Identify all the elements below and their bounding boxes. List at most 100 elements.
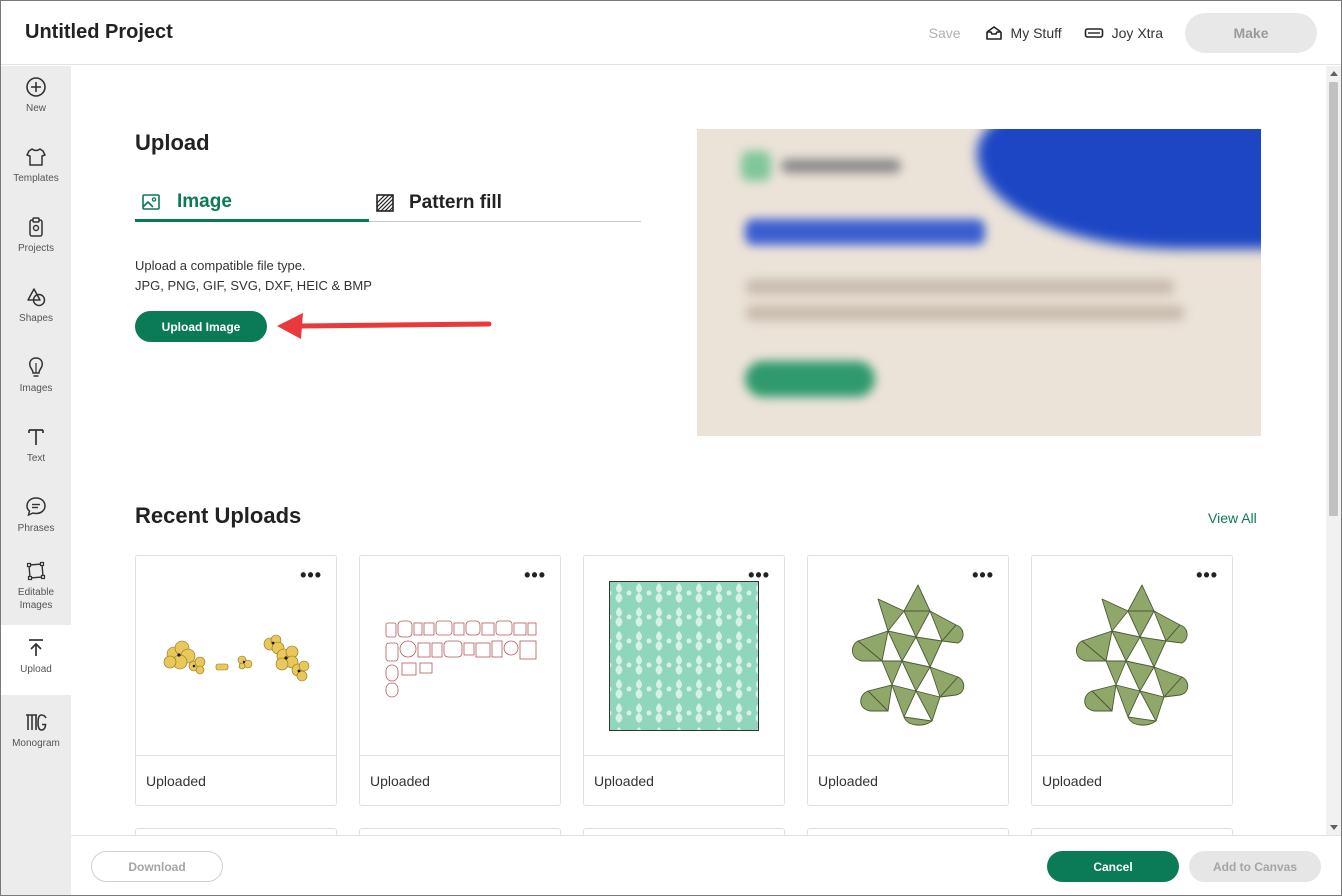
tab-image[interactable]: Image <box>135 184 369 222</box>
sidebar-item-label: Monogram <box>12 738 60 749</box>
green-polyhedron-thumbnail <box>1076 584 1189 725</box>
tab-pattern-label: Pattern fill <box>409 192 502 213</box>
shapes-icon <box>27 288 46 307</box>
add-to-canvas-button[interactable]: Add to Canvas <box>1189 851 1321 882</box>
sidebar-item-phrases[interactable]: Phrases <box>1 496 71 552</box>
upload-icon <box>29 639 43 656</box>
upload-card-partial[interactable] <box>359 828 561 835</box>
joy-xtra-label: Joy Xtra <box>1111 25 1163 41</box>
bottom-action-bar: Download Cancel Add to Canvas <box>71 835 1341 895</box>
upload-description-line1: Upload a compatible file type. <box>135 258 306 273</box>
scroll-down-arrow[interactable] <box>1330 825 1338 830</box>
upload-card-partial[interactable] <box>135 828 337 835</box>
top-header: Untitled Project Save My Stuff Joy Xtra … <box>1 1 1341 65</box>
inbox-icon <box>985 26 1002 40</box>
make-button[interactable]: Make <box>1185 13 1317 53</box>
recent-uploads-heading: Recent Uploads <box>135 503 302 528</box>
sidebar-item-new[interactable]: New <box>1 76 71 132</box>
card-label: Uploaded <box>370 773 430 789</box>
card-thumbnail[interactable] <box>360 556 560 756</box>
card-menu-button[interactable]: ••• <box>524 566 546 584</box>
upload-file-types: JPG, PNG, GIF, SVG, DXF, HEIC & BMP <box>135 278 372 293</box>
sidebar-item-label: Images <box>19 383 53 394</box>
promo-headline <box>745 219 985 245</box>
upload-tabs: Image Pattern fill <box>135 184 641 222</box>
sidebar-item-label: Phrases <box>17 523 55 534</box>
shirt-icon <box>26 148 46 166</box>
card-thumbnail[interactable] <box>808 556 1008 756</box>
card-menu-button[interactable]: ••• <box>1196 566 1218 584</box>
card-label: Uploaded <box>146 773 206 789</box>
card-label: Uploaded <box>1042 773 1102 789</box>
promo-blob <box>977 129 1261 249</box>
sidebar-item-label: Templates <box>13 173 59 184</box>
upload-card[interactable]: ••• Uploaded <box>583 555 785 806</box>
sidebar-item-images[interactable]: Images <box>1 356 71 412</box>
annotation-arrow <box>277 313 492 339</box>
sidebar-item-templates[interactable]: Templates <box>1 146 71 202</box>
cancel-button[interactable]: Cancel <box>1047 851 1179 882</box>
plus-circle-icon <box>26 77 46 97</box>
card-menu-button[interactable]: ••• <box>972 566 994 584</box>
upload-card-partial[interactable] <box>583 828 785 835</box>
upload-card[interactable]: ••• Uploaded <box>359 555 561 806</box>
projects-icon <box>29 217 43 237</box>
download-button[interactable]: Download <box>91 851 223 882</box>
card-menu-button[interactable]: ••• <box>748 566 770 584</box>
sidebar-item-label: New <box>25 103 46 114</box>
text-icon <box>28 429 44 445</box>
upload-panel: Upload Image Pattern fill Upload a compa… <box>71 66 1326 835</box>
yellow-flowers-thumbnail <box>163 634 310 681</box>
promo-cta <box>745 361 875 397</box>
sidebar-item-upload[interactable]: Upload <box>1 625 71 695</box>
left-sidebar: New Templates Projects Shapes Images Tex… <box>1 66 71 895</box>
red-outline-pieces-thumbnail <box>385 620 537 697</box>
green-polyhedron-thumbnail <box>852 584 965 725</box>
upload-description: Upload a compatible file type. JPG, PNG,… <box>135 256 372 296</box>
sidebar-item-projects[interactable]: Projects <box>1 216 71 272</box>
mint-pattern-thumbnail <box>609 580 759 731</box>
card-menu-button[interactable]: ••• <box>300 566 322 584</box>
sidebar-item-shapes[interactable]: Shapes <box>1 286 71 342</box>
sidebar-item-label: Text <box>26 453 46 464</box>
sidebar-item-label: Projects <box>17 243 55 254</box>
upload-image-button[interactable]: Upload Image <box>135 311 267 342</box>
machine-icon <box>1084 28 1103 38</box>
promo-logo-text <box>781 159 901 173</box>
sidebar-item-editable-images[interactable]: Editable Images <box>1 560 71 620</box>
card-thumbnail[interactable] <box>584 556 784 756</box>
promo-banner[interactable] <box>697 129 1261 436</box>
speech-bubble-icon <box>26 497 46 517</box>
tab-pattern-fill[interactable]: Pattern fill <box>375 184 502 222</box>
image-icon <box>142 193 160 210</box>
scrollbar-thumb[interactable] <box>1329 82 1338 516</box>
upload-card[interactable]: ••• Uploaded <box>135 555 337 806</box>
project-title[interactable]: Untitled Project <box>25 21 173 44</box>
editable-images-icon <box>26 561 46 581</box>
sidebar-item-text[interactable]: Text <box>1 426 71 482</box>
upload-card[interactable]: ••• Uploaded <box>1031 555 1233 806</box>
my-stuff-label: My Stuff <box>1010 25 1062 41</box>
sidebar-item-monogram[interactable]: Monogram <box>1 711 71 767</box>
tab-image-label: Image <box>177 190 232 212</box>
card-thumbnail[interactable] <box>1032 556 1232 756</box>
card-thumbnail[interactable] <box>136 556 336 756</box>
scroll-up-arrow[interactable] <box>1330 71 1338 76</box>
promo-logo <box>741 151 771 181</box>
promo-body-line <box>745 279 1175 295</box>
card-label: Uploaded <box>818 773 878 789</box>
card-label: Uploaded <box>594 773 654 789</box>
vertical-scrollbar[interactable] <box>1326 66 1341 835</box>
lightbulb-icon <box>29 357 43 377</box>
header-actions: Save My Stuff Joy Xtra Make <box>929 13 1317 53</box>
monogram-icon <box>26 714 47 731</box>
upload-heading: Upload <box>135 130 210 155</box>
upload-card-partial[interactable] <box>807 828 1009 835</box>
upload-card-partial[interactable] <box>1031 828 1233 835</box>
save-button[interactable]: Save <box>929 25 961 41</box>
joy-xtra-link[interactable]: Joy Xtra <box>1084 25 1163 41</box>
view-all-link[interactable]: View All <box>1208 510 1257 526</box>
my-stuff-link[interactable]: My Stuff <box>985 25 1062 41</box>
upload-card[interactable]: ••• Uploaded <box>807 555 1009 806</box>
promo-body-line <box>745 305 1185 321</box>
